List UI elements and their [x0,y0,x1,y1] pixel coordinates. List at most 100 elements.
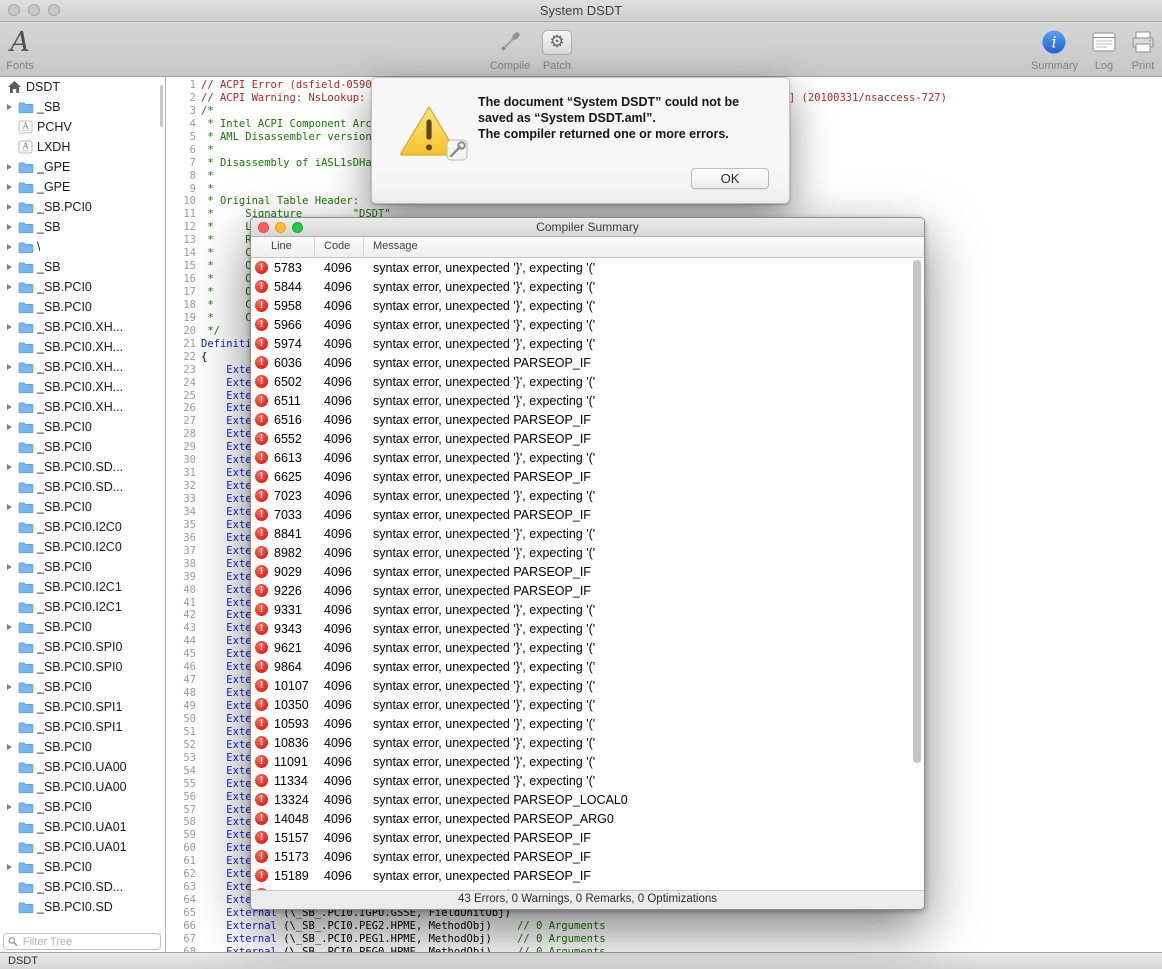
sidebar-item-sbpci0i2c1[interactable]: _SB.PCI0.I2C1 [0,597,165,617]
sidebar-item-sbpci0[interactable]: _SB.PCI0 [0,197,165,217]
error-row[interactable]: ! 6552 4096 syntax error, unexpected PARSEO… [251,429,924,448]
log-button[interactable]: Log [1087,25,1121,72]
sidebar-item-[interactable]: \ [0,237,165,257]
column-header-message[interactable]: Message [373,240,418,252]
sidebar-item-sbpci0ua01[interactable]: _SB.PCI0.UA01 [0,817,165,837]
sidebar-item-sbpci0[interactable]: _SB.PCI0 [0,557,165,577]
error-row[interactable]: ! 11091 4096 syntax error, unexpected '}', … [251,752,924,771]
error-row[interactable]: ! 6516 4096 syntax error, unexpected PARSEO… [251,410,924,429]
sidebar-item-lxdh[interactable]: A LXDH [0,137,165,157]
error-row[interactable]: ! 10350 4096 syntax error, unexpected '}', … [251,695,924,714]
sidebar-item-sbpci0[interactable]: _SB.PCI0 [0,277,165,297]
sidebar-item-sbpci0spi0[interactable]: _SB.PCI0.SPI0 [0,637,165,657]
sidebar-item-sbpci0[interactable]: _SB.PCI0 [0,677,165,697]
disclosure-triangle-icon[interactable] [4,864,18,870]
ok-button[interactable]: OK [691,168,769,189]
patch-button[interactable]: ⚙ Patch [535,25,579,72]
disclosure-triangle-icon[interactable] [4,284,18,290]
column-divider[interactable] [363,237,364,257]
error-row[interactable]: ! 9029 4096 syntax error, unexpected PARSEO… [251,562,924,581]
sidebar-item-sbpci0[interactable]: _SB.PCI0 [0,797,165,817]
sidebar-item-sb[interactable]: _SB [0,217,165,237]
disclosure-triangle-icon[interactable] [4,364,18,370]
sidebar-item-sbpci0[interactable]: _SB.PCI0 [0,417,165,437]
error-row[interactable]: ! 15189 4096 syntax error, unexpected PARSE… [251,866,924,885]
error-row[interactable]: ! 5966 4096 syntax error, unexpected '}', e… [251,315,924,334]
disclosure-triangle-icon[interactable] [4,464,18,470]
sidebar-item-gpe[interactable]: _GPE [0,157,165,177]
sidebar-item-sbpci0sd[interactable]: _SB.PCI0.SD... [0,457,165,477]
error-row[interactable]: ! 9226 4096 syntax error, unexpected PARSEO… [251,581,924,600]
zoom-button[interactable] [48,4,60,16]
error-row[interactable]: ! 6036 4096 syntax error, unexpected PARSEO… [251,353,924,372]
disclosure-triangle-icon[interactable] [4,204,18,210]
error-row[interactable]: ! 14048 4096 syntax error, unexpected PARSE… [251,809,924,828]
sidebar-item-sbpci0spi1[interactable]: _SB.PCI0.SPI1 [0,697,165,717]
sidebar-item-sbpci0xh[interactable]: _SB.PCI0.XH... [0,377,165,397]
sidebar-item-sbpci0[interactable]: _SB.PCI0 [0,617,165,637]
sidebar-item-sbpci0sd[interactable]: _SB.PCI0.SD [0,897,165,917]
disclosure-triangle-icon[interactable] [4,244,18,250]
column-divider[interactable] [314,237,315,257]
error-row[interactable]: ! 10107 4096 syntax error, unexpected '}', … [251,676,924,695]
error-row[interactable]: ! 5783 4096 syntax error, unexpected '}', e… [251,258,924,277]
disclosure-triangle-icon[interactable] [4,404,18,410]
disclosure-triangle-icon[interactable] [4,804,18,810]
sidebar-item-sbpci0xh[interactable]: _SB.PCI0.XH... [0,317,165,337]
sidebar-item-sbpci0ua01[interactable]: _SB.PCI0.UA01 [0,837,165,857]
sidebar-item-sbpci0[interactable]: _SB.PCI0 [0,857,165,877]
error-row[interactable]: ! 9331 4096 syntax error, unexpected '}', e… [251,600,924,619]
column-header-code[interactable]: Code [324,240,350,252]
close-button[interactable] [8,4,20,16]
error-row[interactable]: ! 6625 4096 syntax error, unexpected PARSEO… [251,467,924,486]
sidebar-item-sbpci0xh[interactable]: _SB.PCI0.XH... [0,397,165,417]
disclosure-triangle-icon[interactable] [4,184,18,190]
error-row[interactable]: ! 10593 4096 syntax error, unexpected '}', … [251,714,924,733]
sidebar-item-sb[interactable]: _SB [0,97,165,117]
error-row[interactable]: ! 5958 4096 syntax error, unexpected '}', e… [251,296,924,315]
error-row[interactable]: ! 13324 4096 syntax error, unexpected PARSE… [251,790,924,809]
sidebar-item-sbpci0ua00[interactable]: _SB.PCI0.UA00 [0,777,165,797]
error-row[interactable]: ! 7033 4096 syntax error, unexpected PARSEO… [251,505,924,524]
error-row[interactable]: ! 10836 4096 syntax error, unexpected '}', … [251,733,924,752]
error-row[interactable]: ! 15157 4096 syntax error, unexpected PARSE… [251,828,924,847]
sidebar-item-sbpci0i2c0[interactable]: _SB.PCI0.I2C0 [0,537,165,557]
sidebar-item-sbpci0[interactable]: _SB.PCI0 [0,737,165,757]
disclosure-triangle-icon[interactable] [4,164,18,170]
disclosure-triangle-icon[interactable] [4,564,18,570]
disclosure-triangle-icon[interactable] [4,744,18,750]
error-row[interactable]: ! 8841 4096 syntax error, unexpected '}', e… [251,524,924,543]
sidebar-item-sb[interactable]: _SB [0,257,165,277]
sidebar-item-sbpci0sd[interactable]: _SB.PCI0.SD... [0,877,165,897]
minimize-button[interactable] [275,222,286,233]
sidebar-item-sbpci0[interactable]: _SB.PCI0 [0,437,165,457]
error-row[interactable]: ! 8982 4096 syntax error, unexpected '}', e… [251,543,924,562]
sidebar-item-sbpci0i2c0[interactable]: _SB.PCI0.I2C0 [0,517,165,537]
error-row[interactable]: ! 9343 4096 syntax error, unexpected '}', e… [251,619,924,638]
error-row[interactable]: ! 5844 4096 syntax error, unexpected '}', e… [251,277,924,296]
error-row[interactable]: ! 11334 4096 syntax error, unexpected '}', … [251,771,924,790]
error-row[interactable]: ! 5974 4096 syntax error, unexpected '}', e… [251,334,924,353]
filter-tree-input[interactable] [20,934,156,949]
compile-button[interactable]: Compile [487,25,533,72]
column-header-line[interactable]: Line [271,240,292,252]
sidebar-item-sbpci0xh[interactable]: _SB.PCI0.XH... [0,357,165,377]
sidebar-item-sbpci0spi1[interactable]: _SB.PCI0.SPI1 [0,717,165,737]
sidebar-item-sbpci0i2c1[interactable]: _SB.PCI0.I2C1 [0,577,165,597]
sidebar-item-gpe[interactable]: _GPE [0,177,165,197]
error-row[interactable]: ! 7023 4096 syntax error, unexpected '}', e… [251,486,924,505]
disclosure-triangle-icon[interactable] [4,624,18,630]
sidebar-item-sbpci0xh[interactable]: _SB.PCI0.XH... [0,337,165,357]
zoom-button[interactable] [292,222,303,233]
error-row[interactable]: ! 9621 4096 syntax error, unexpected '}', e… [251,638,924,657]
sidebar-item-sbpci0[interactable]: _SB.PCI0 [0,497,165,517]
disclosure-triangle-icon[interactable] [4,264,18,270]
disclosure-triangle-icon[interactable] [4,424,18,430]
disclosure-triangle-icon[interactable] [4,324,18,330]
fonts-button[interactable]: A Fonts [0,25,40,73]
disclosure-triangle-icon[interactable] [4,684,18,690]
sidebar-scrollbar[interactable] [160,85,163,127]
print-button[interactable]: Print [1124,25,1162,72]
disclosure-triangle-icon[interactable] [4,504,18,510]
sidebar-item-dsdt[interactable]: DSDT [0,77,165,97]
